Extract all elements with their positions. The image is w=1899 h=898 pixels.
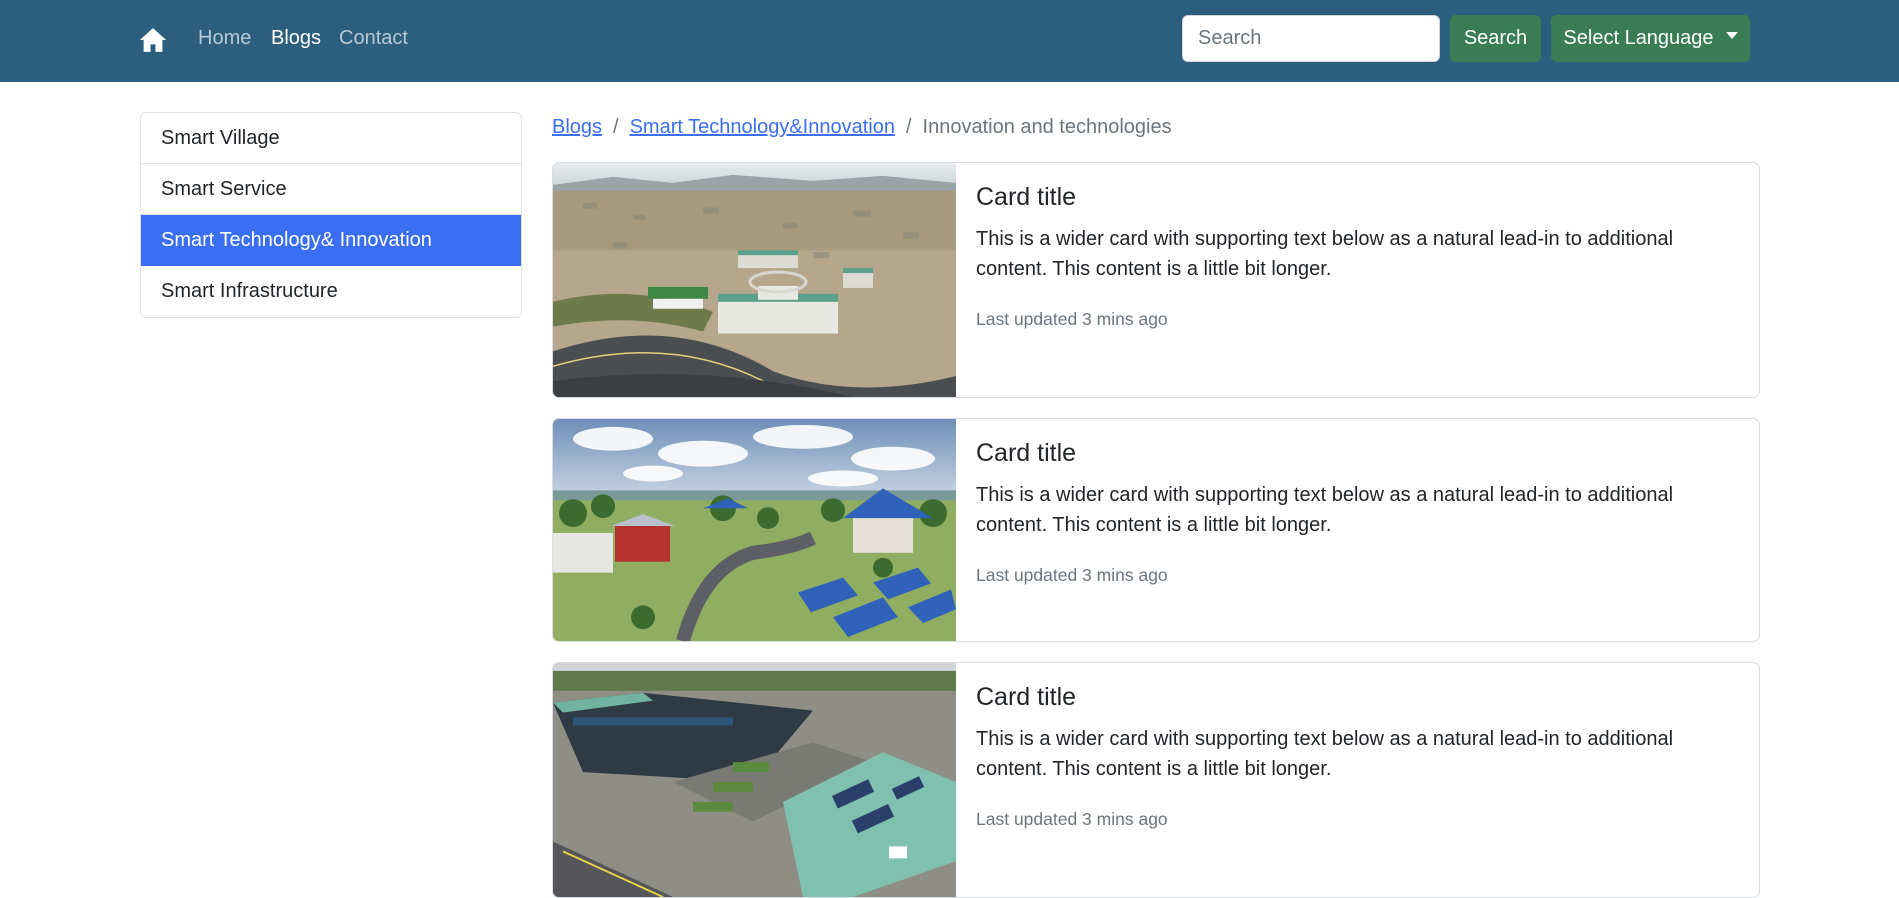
category-item-smart-service[interactable]: Smart Service [141, 164, 521, 215]
nav-link-contact[interactable]: Contact [339, 27, 408, 50]
card-title: Card title [976, 683, 1077, 711]
card-image-campus-aerial[interactable] [553, 663, 956, 897]
card-image-solar-village[interactable] [553, 419, 956, 641]
breadcrumb-link-blogs[interactable]: Blogs [552, 116, 602, 139]
card-image-aerial-village[interactable] [553, 163, 956, 397]
select-language-dropdown[interactable]: Select Language [1551, 15, 1750, 62]
card-last-updated: Last updated 3 mins ago [976, 809, 1168, 829]
card-last-updated: Last updated 3 mins ago [976, 565, 1168, 585]
category-item-smart-infrastructure[interactable]: Smart Infrastructure [141, 266, 521, 317]
card-title: Card title [976, 439, 1077, 467]
category-list: Smart Village Smart Service Smart Techno… [140, 112, 522, 318]
search-input[interactable] [1182, 15, 1440, 62]
breadcrumb-separator: / [905, 116, 912, 138]
select-language-label: Select Language [1563, 27, 1714, 49]
blog-card[interactable]: Card title This is a wider card with sup… [552, 662, 1760, 898]
search-button[interactable]: Search [1450, 15, 1541, 62]
breadcrumb: Blogs / Smart Technology&Innovation / In… [552, 116, 1172, 139]
breadcrumb-link-category[interactable]: Smart Technology&Innovation [630, 116, 895, 139]
nav-link-home[interactable]: Home [198, 27, 251, 50]
blog-card[interactable]: Card title This is a wider card with sup… [552, 162, 1760, 398]
search-button-label: Search [1463, 27, 1528, 49]
card-last-updated: Last updated 3 mins ago [976, 309, 1168, 329]
breadcrumb-separator: / [613, 116, 619, 138]
nav-link-blogs[interactable]: Blogs [271, 27, 321, 50]
category-item-smart-technology-innovation[interactable]: Smart Technology& Innovation [141, 215, 521, 266]
category-item-smart-village[interactable]: Smart Village [141, 113, 521, 164]
breadcrumb-current: Innovation and technologies [922, 116, 1172, 138]
card-title: Card title [976, 183, 1077, 211]
card-text: This is a wider card with supporting tex… [976, 228, 1674, 280]
blog-card[interactable]: Card title This is a wider card with sup… [552, 418, 1760, 642]
card-text: This is a wider card with supporting tex… [976, 728, 1674, 780]
home-icon[interactable] [138, 25, 168, 55]
top-navbar: Home Blogs Contact Search Select Languag… [0, 0, 1899, 82]
card-text: This is a wider card with supporting tex… [976, 484, 1674, 536]
caret-down-icon [1725, 32, 1738, 39]
